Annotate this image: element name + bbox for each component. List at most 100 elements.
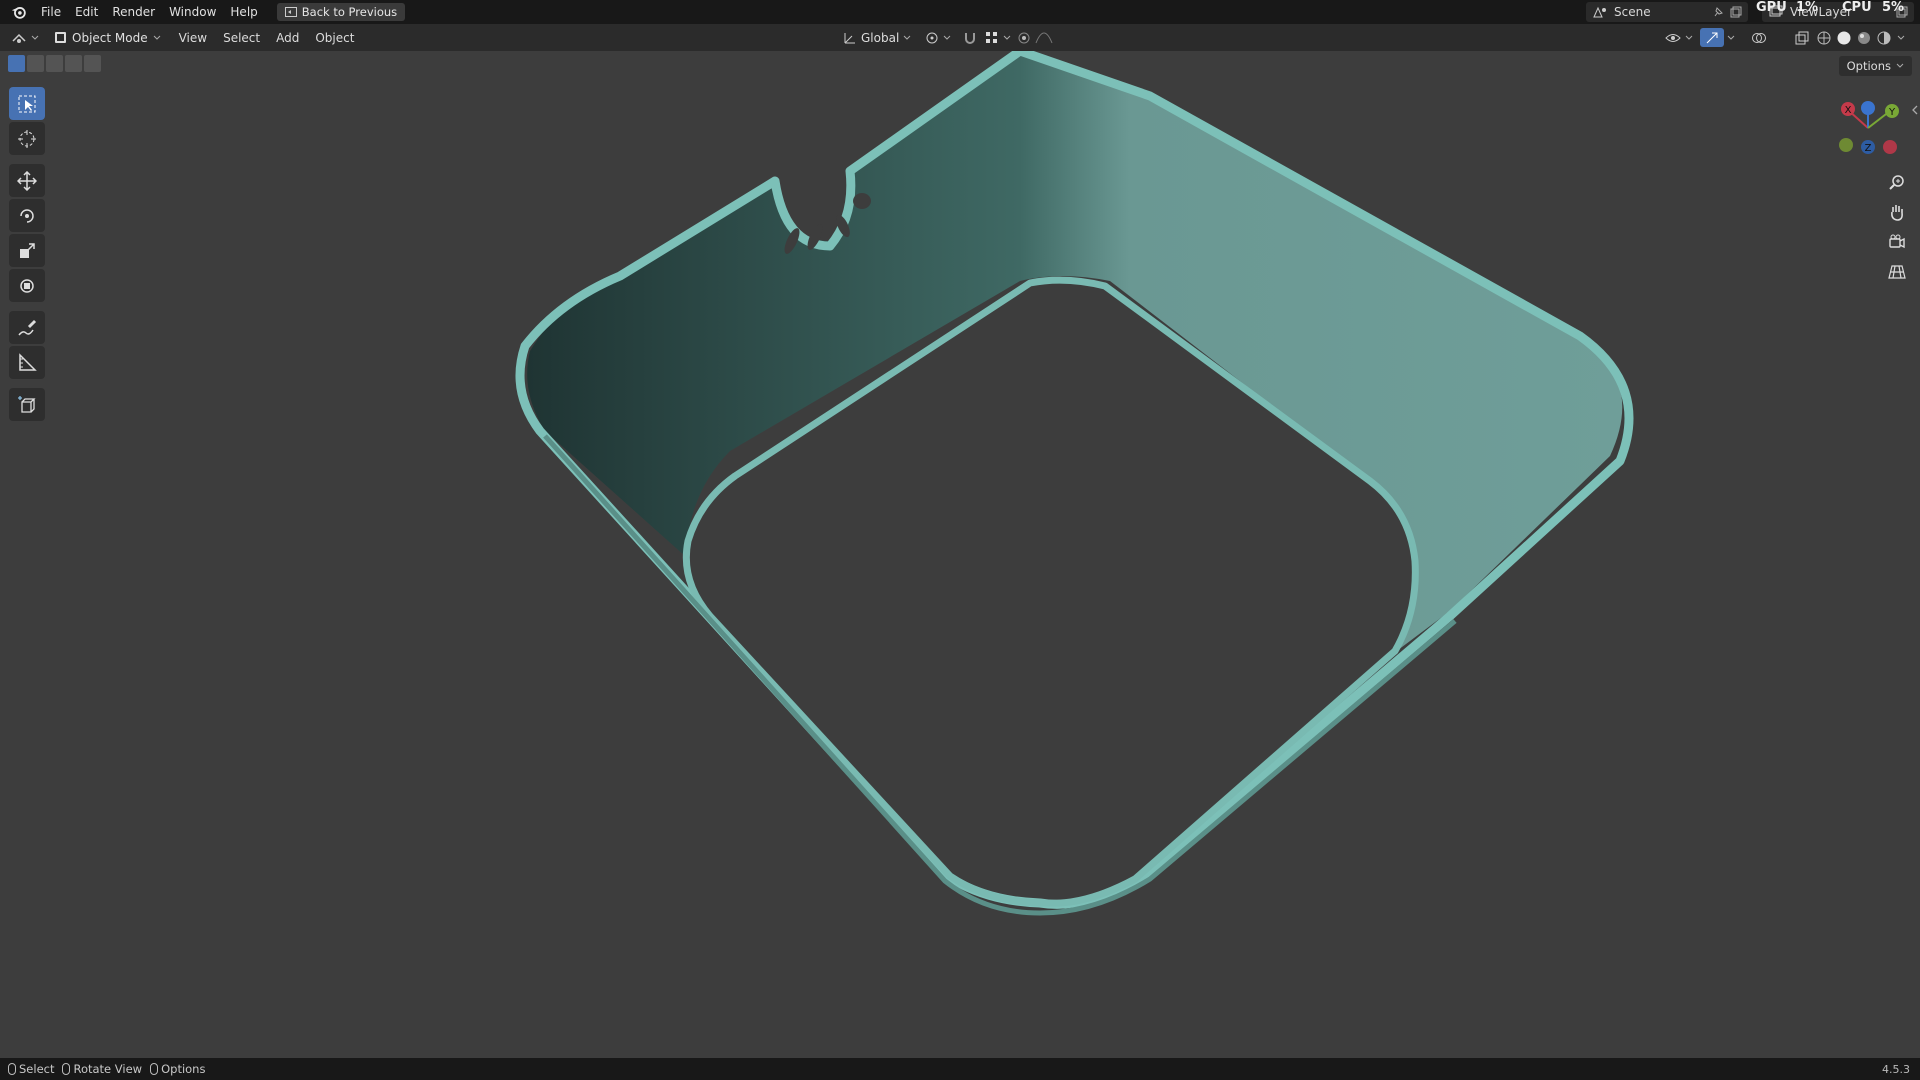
add-cube-icon	[18, 395, 36, 413]
chevron-down-icon	[1727, 35, 1735, 40]
top-bar: File Edit Render Window Help Back to Pre…	[0, 0, 1920, 24]
editor-type-selector[interactable]	[6, 28, 44, 47]
status-rotate-view-label: Rotate View	[73, 1062, 143, 1076]
gpu-label: GPU	[1756, 0, 1787, 15]
move-tool[interactable]	[9, 164, 45, 197]
header-menu-view[interactable]: View	[171, 31, 215, 45]
zoom-icon	[1889, 175, 1904, 190]
gizmo-neg-y-axis[interactable]	[1839, 138, 1853, 152]
rotate-icon	[20, 208, 34, 223]
wireframe-shading-icon[interactable]	[1817, 31, 1831, 45]
chevron-down-icon	[1003, 35, 1011, 40]
eye-icon	[1665, 33, 1681, 42]
mouse-left-icon	[8, 1063, 16, 1075]
transform-orientation-dropdown[interactable]: Global	[838, 28, 916, 47]
zoom-view-button[interactable]	[1883, 168, 1911, 196]
chevron-down-icon	[1897, 35, 1905, 40]
camera-icon	[1889, 234, 1905, 249]
screen-back-icon	[284, 7, 297, 17]
select-box-tool[interactable]	[9, 87, 45, 120]
orientation-axes-icon	[844, 32, 855, 43]
chevron-down-icon	[1685, 35, 1693, 40]
scene-icon	[1593, 6, 1606, 18]
tray-model[interactable]	[515, 51, 1634, 916]
solid-shading-icon[interactable]	[1837, 31, 1851, 45]
gizmo-neg-x-axis[interactable]	[1883, 140, 1897, 154]
gizmo-z-axis-top[interactable]	[1861, 101, 1875, 115]
object-mode-icon	[55, 32, 66, 43]
pin-icon[interactable]	[1712, 6, 1724, 18]
falloff-curve-icon	[1035, 31, 1053, 43]
sidebar-toggle-icon[interactable]	[1911, 104, 1919, 116]
transform-tool[interactable]	[9, 269, 45, 302]
snap-toggle[interactable]	[958, 28, 982, 47]
menu-edit[interactable]: Edit	[68, 5, 105, 19]
transform-orientation-label: Global	[861, 30, 900, 45]
overlays-icon	[1752, 32, 1766, 43]
proportional-editing-toggle[interactable]	[1012, 28, 1058, 47]
camera-view-button[interactable]	[1883, 228, 1911, 256]
cpu-value: 5%	[1882, 0, 1905, 15]
magnet-icon	[965, 32, 975, 44]
gizmo-icon	[1706, 32, 1718, 43]
annotate-tool[interactable]	[9, 311, 45, 344]
blender-logo-icon[interactable]	[10, 3, 28, 21]
cursor-tool[interactable]	[9, 122, 45, 155]
snap-target-dropdown[interactable]	[980, 28, 1016, 47]
menu-help[interactable]: Help	[223, 5, 264, 19]
gizmo-toggle[interactable]	[1700, 28, 1724, 47]
chevron-down-icon	[903, 35, 911, 40]
overlays-toggle[interactable]	[1746, 28, 1772, 47]
perspective-toggle-button[interactable]	[1883, 258, 1911, 286]
snap-grid-icon	[986, 31, 997, 43]
pan-view-button[interactable]	[1883, 198, 1911, 226]
ruler-icon	[19, 352, 37, 371]
menu-file[interactable]: File	[34, 5, 68, 19]
shading-modes[interactable]	[1812, 28, 1910, 47]
select-box-icon	[18, 95, 36, 112]
status-select: Select	[8, 1062, 54, 1076]
mouse-middle-icon	[62, 1063, 71, 1075]
chevron-down-icon	[943, 35, 951, 40]
hand-icon	[1891, 205, 1903, 221]
header-menu-select[interactable]: Select	[215, 31, 268, 45]
viewport-canvas[interactable]	[0, 51, 1920, 1058]
pivot-point-dropdown[interactable]	[920, 28, 956, 47]
status-options: Options	[150, 1062, 205, 1076]
tray-hole	[853, 193, 871, 209]
scale-tool[interactable]	[9, 234, 45, 267]
measure-tool[interactable]	[9, 346, 45, 379]
visibility-dropdown[interactable]	[1660, 28, 1698, 47]
material-shading-icon[interactable]	[1857, 31, 1871, 45]
back-to-previous-button[interactable]: Back to Previous	[276, 3, 406, 21]
rendered-shading-icon[interactable]	[1877, 31, 1891, 45]
scale-icon	[20, 242, 35, 258]
navigation-gizmo[interactable]: X Y Z	[1834, 96, 1910, 160]
cursor-icon	[18, 129, 36, 148]
new-scene-icon[interactable]	[1730, 6, 1742, 18]
chevron-down-icon	[31, 35, 39, 40]
menu-render[interactable]: Render	[105, 5, 162, 19]
grid-perspective-icon	[1888, 265, 1906, 279]
add-cube-tool[interactable]	[9, 388, 45, 421]
back-to-previous-label: Back to Previous	[301, 5, 398, 19]
annotate-pencil-icon	[18, 319, 37, 335]
scene-selector[interactable]: Scene	[1586, 2, 1748, 22]
gizmo-z-label: Z	[1865, 143, 1872, 154]
transform-icon	[20, 278, 34, 293]
menu-window[interactable]: Window	[162, 5, 223, 19]
chevron-down-icon	[153, 35, 160, 40]
gizmo-dropdown[interactable]	[1722, 28, 1740, 47]
scene-name: Scene	[1614, 5, 1651, 19]
rotate-tool[interactable]	[9, 199, 45, 232]
viewport-header: Object Mode View Select Add Object Globa…	[0, 24, 1920, 51]
tool-shelf	[8, 87, 46, 423]
proportional-edit-icon	[1018, 32, 1030, 43]
xray-toggle[interactable]	[1790, 28, 1814, 47]
object-mode-label: Object Mode	[72, 30, 148, 45]
mouse-right-icon	[150, 1063, 159, 1075]
header-menu-add[interactable]: Add	[268, 31, 307, 45]
header-menu-object[interactable]: Object	[307, 31, 362, 45]
object-mode-dropdown[interactable]: Object Mode	[48, 28, 167, 47]
status-select-label: Select	[19, 1062, 55, 1076]
